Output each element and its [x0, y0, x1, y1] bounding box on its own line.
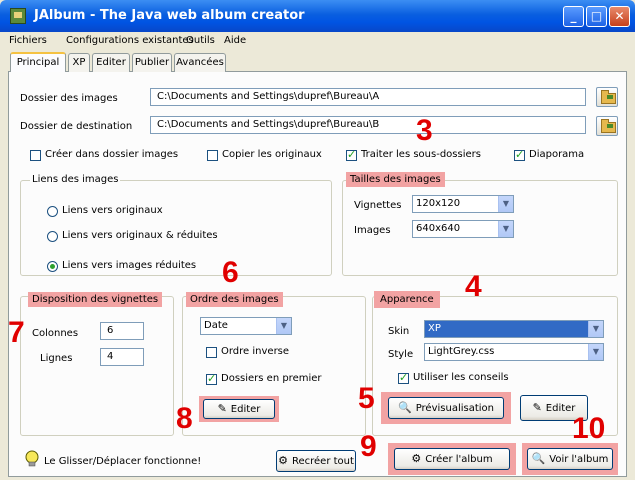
chevron-down-icon: ▼: [588, 321, 603, 337]
recreate-all-button[interactable]: ⚙ Recréer tout: [276, 450, 356, 472]
annotation-9: 9: [360, 430, 377, 463]
rows-input[interactable]: 4: [100, 348, 144, 366]
app-icon: [10, 8, 26, 24]
order-edit-label: Editer: [230, 404, 261, 415]
columns-label: Colonnes: [32, 328, 79, 339]
pencil-icon: ✎: [532, 401, 542, 414]
image-size-value: 640x640: [416, 223, 461, 234]
folder-icon: [601, 90, 616, 104]
tab-publier[interactable]: Publier: [132, 53, 172, 72]
view-album-button[interactable]: 🔍 Voir l'album: [527, 448, 613, 470]
chevron-down-icon: ▼: [588, 344, 603, 360]
preview-icon: 🔍: [397, 401, 412, 414]
tab-editer[interactable]: Editer: [92, 53, 130, 72]
reverse-order-label: Ordre inverse: [221, 346, 290, 357]
annotation-5: 5: [358, 382, 375, 415]
annotation-8: 8: [176, 402, 193, 435]
window-title: JAlbum - The Java web album creator: [34, 8, 305, 23]
radio-links-originals[interactable]: [47, 206, 58, 217]
menu-configurations[interactable]: Configurations existantes: [66, 35, 194, 46]
view-album-label: Voir l'album: [549, 454, 609, 465]
tab-xp[interactable]: XP: [68, 53, 90, 72]
tab-principal[interactable]: Principal: [10, 52, 66, 72]
folders-first-label: Dossiers en premier: [221, 373, 322, 384]
chevron-down-icon: ▼: [498, 196, 513, 212]
use-hints-label: Utiliser les conseils: [413, 372, 509, 383]
pencil-icon: ✎: [217, 402, 227, 415]
image-size-label: Images: [354, 225, 391, 236]
annotation-3: 3: [416, 114, 433, 147]
sort-order-select[interactable]: Date ▼: [200, 317, 292, 335]
slideshow-label: Diaporama: [529, 149, 585, 160]
sort-order-value: Date: [204, 320, 228, 331]
radio-links-reduced[interactable]: [47, 261, 58, 272]
source-folder-label: Dossier des images: [20, 93, 118, 104]
links-originals-reduced-label: Liens vers originaux & réduites: [62, 230, 218, 241]
minimize-icon[interactable]: _: [563, 6, 584, 27]
reverse-order-checkbox[interactable]: [206, 347, 217, 358]
preview-button[interactable]: 🔍 Prévisualisation: [388, 397, 504, 419]
menu-outils[interactable]: Outils: [186, 35, 215, 46]
style-value: LightGrey.css: [428, 346, 495, 357]
appearance-edit-label: Editer: [545, 403, 576, 414]
annotation-4: 4: [465, 270, 482, 303]
thumbnail-layout-group: [20, 296, 174, 436]
folders-first-checkbox[interactable]: [206, 372, 217, 385]
skin-value: XP: [428, 323, 441, 334]
image-order-title: Ordre des images: [186, 292, 283, 307]
chevron-down-icon: ▼: [498, 221, 513, 237]
copy-originals-label: Copier les originaux: [222, 149, 322, 160]
preview-label: Prévisualisation: [415, 403, 495, 414]
drag-drop-hint: Le Glisser/Déplacer fonctionne!: [44, 456, 202, 467]
browse-dest-button[interactable]: [596, 116, 618, 136]
lightbulb-icon: [24, 450, 40, 468]
skin-label: Skin: [388, 326, 410, 337]
dest-folder-input[interactable]: C:\Documents and Settings\dupref\Bureau\…: [150, 116, 586, 134]
annotation-7: 7: [8, 316, 25, 349]
close-icon[interactable]: ✕: [609, 6, 630, 27]
folder-icon: [601, 119, 616, 133]
appearance-title: Apparence: [374, 291, 440, 308]
image-links-title: Liens des images: [30, 174, 121, 185]
chevron-down-icon: ▼: [276, 318, 291, 334]
dest-folder-label: Dossier de destination: [20, 121, 133, 132]
create-album-label: Créer l'album: [425, 454, 493, 465]
create-album-button[interactable]: ⚙ Créer l'album: [394, 448, 510, 470]
radio-links-originals-reduced[interactable]: [47, 231, 58, 242]
recreate-icon: ⚙: [278, 454, 288, 467]
thumb-size-select[interactable]: 120x120 ▼: [412, 195, 514, 213]
menu-aide[interactable]: Aide: [224, 35, 246, 46]
style-select[interactable]: LightGrey.css ▼: [424, 343, 604, 361]
rows-label: Lignes: [40, 353, 73, 364]
thumb-size-label: Vignettes: [354, 200, 402, 211]
columns-input[interactable]: 6: [100, 322, 144, 340]
copy-originals-checkbox[interactable]: [207, 150, 218, 161]
thumbnail-layout-title: Disposition des vignettes: [28, 292, 163, 307]
annotation-10: 10: [572, 412, 606, 445]
menu-fichiers[interactable]: Fichiers: [9, 35, 47, 46]
create-icon: ⚙: [411, 452, 422, 465]
image-sizes-title: Tailles des images: [346, 172, 445, 187]
image-size-select[interactable]: 640x640 ▼: [412, 220, 514, 238]
slideshow-checkbox[interactable]: [514, 148, 525, 161]
maximize-icon[interactable]: □: [586, 6, 607, 27]
create-in-images-checkbox[interactable]: [30, 150, 41, 161]
use-hints-checkbox[interactable]: [398, 371, 409, 384]
browse-source-button[interactable]: [596, 87, 618, 107]
annotation-6: 6: [222, 256, 239, 289]
process-subfolders-checkbox[interactable]: [346, 148, 357, 161]
thumb-size-value: 120x120: [416, 198, 461, 209]
source-folder-input[interactable]: C:\Documents and Settings\dupref\Bureau\…: [150, 88, 586, 106]
links-reduced-label: Liens vers images réduites: [62, 260, 197, 271]
style-label: Style: [388, 349, 414, 360]
skin-select[interactable]: XP ▼: [424, 320, 604, 338]
magnifier-icon: 🔍: [531, 452, 546, 465]
order-edit-button[interactable]: ✎ Editer: [203, 399, 275, 419]
create-in-images-label: Créer dans dossier images: [45, 149, 179, 160]
process-subfolders-label: Traiter les sous-dossiers: [361, 149, 481, 160]
recreate-all-label: Recréer tout: [291, 456, 354, 467]
links-originals-label: Liens vers originaux: [62, 205, 163, 216]
tab-avancees[interactable]: Avancées: [174, 53, 226, 72]
